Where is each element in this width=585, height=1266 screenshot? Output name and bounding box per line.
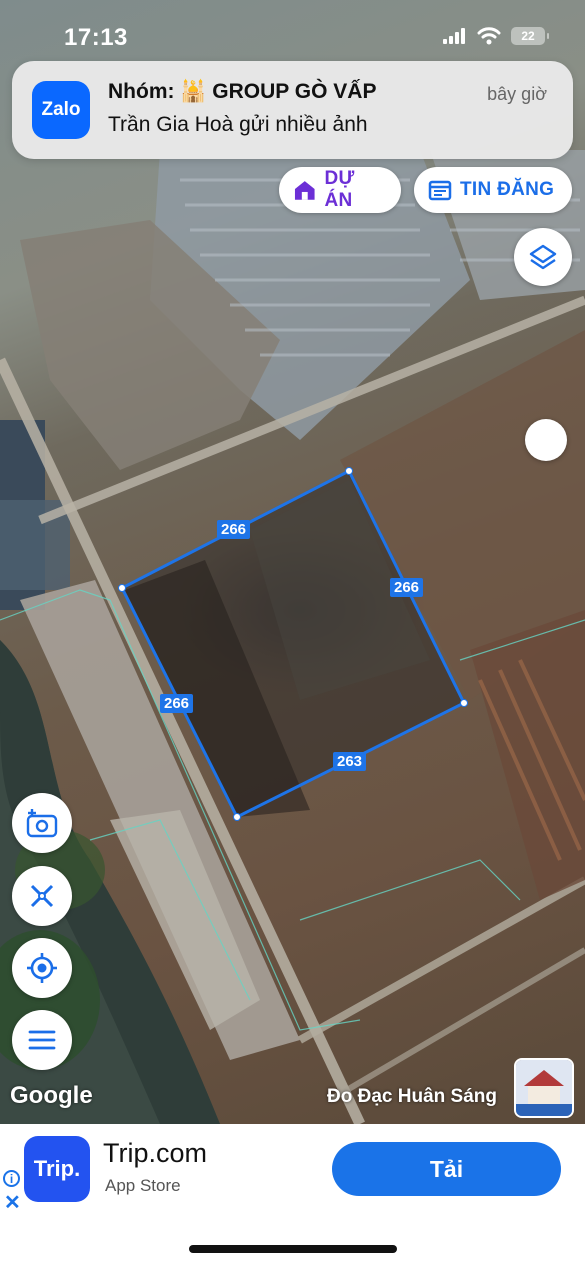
listings-button[interactable]: TIN ĐĂNG — [414, 167, 572, 213]
owner-thumbnail[interactable] — [516, 1060, 572, 1116]
zalo-app-icon: Zalo — [32, 81, 90, 139]
map-owner-label: Đo Đạc Huân Sáng — [327, 1086, 497, 1107]
ad-store-label: App Store — [105, 1176, 181, 1195]
my-location-button[interactable] — [12, 938, 72, 998]
measure-button[interactable] — [12, 866, 72, 926]
battery-indicator: 22 — [511, 27, 549, 45]
house-thumbnail-icon — [516, 1060, 572, 1116]
ad-install-button[interactable]: Tải — [332, 1142, 561, 1196]
layers-icon — [529, 244, 557, 270]
hamburger-menu-icon — [28, 1030, 56, 1050]
edge-length-right: 266 — [390, 578, 424, 597]
location-target-icon — [27, 953, 57, 983]
camera-add-icon — [26, 809, 58, 838]
calendar-list-icon — [428, 180, 452, 201]
wifi-icon — [477, 27, 501, 45]
notification-title: Nhóm: 🕌 GROUP GÒ VẤP — [108, 80, 377, 103]
ad-banner[interactable]: i ✕ Trip. Trip.com App Store Tải — [0, 1124, 585, 1216]
building-icon — [294, 181, 315, 200]
edge-length-left: 266 — [160, 694, 194, 713]
ad-info-icon[interactable]: i — [3, 1170, 20, 1187]
ad-app-name: Trip.com — [103, 1138, 208, 1168]
google-attribution: Google — [10, 1082, 93, 1109]
edge-length-top: 266 — [217, 520, 251, 539]
add-photo-button[interactable] — [12, 793, 72, 853]
home-indicator[interactable] — [189, 1245, 397, 1253]
trip-app-logo: Trip. — [24, 1136, 90, 1202]
projects-button[interactable]: DỰ ÁN — [279, 167, 401, 213]
listings-label: TIN ĐĂNG — [460, 179, 555, 200]
notification-time: bây giờ — [487, 84, 547, 104]
projects-label: DỰ ÁN — [324, 168, 355, 211]
compass-button[interactable] — [525, 419, 567, 461]
edge-length-bottom: 263 — [333, 752, 367, 771]
layers-button[interactable] — [514, 228, 572, 286]
status-bar: 17:13 22 — [0, 0, 585, 56]
notification-body: Trần Gia Hoà gửi nhiều ảnh — [108, 113, 368, 136]
cellular-signal-icon — [443, 28, 465, 44]
status-time: 17:13 — [64, 24, 128, 51]
notification-banner[interactable]: Zalo Nhóm: 🕌 GROUP GÒ VẤP Trần Gia Hoà g… — [12, 61, 573, 159]
menu-button[interactable] — [12, 1010, 72, 1070]
ruler-pencil-icon — [30, 884, 54, 908]
ad-close-icon[interactable]: ✕ — [4, 1190, 21, 1215]
